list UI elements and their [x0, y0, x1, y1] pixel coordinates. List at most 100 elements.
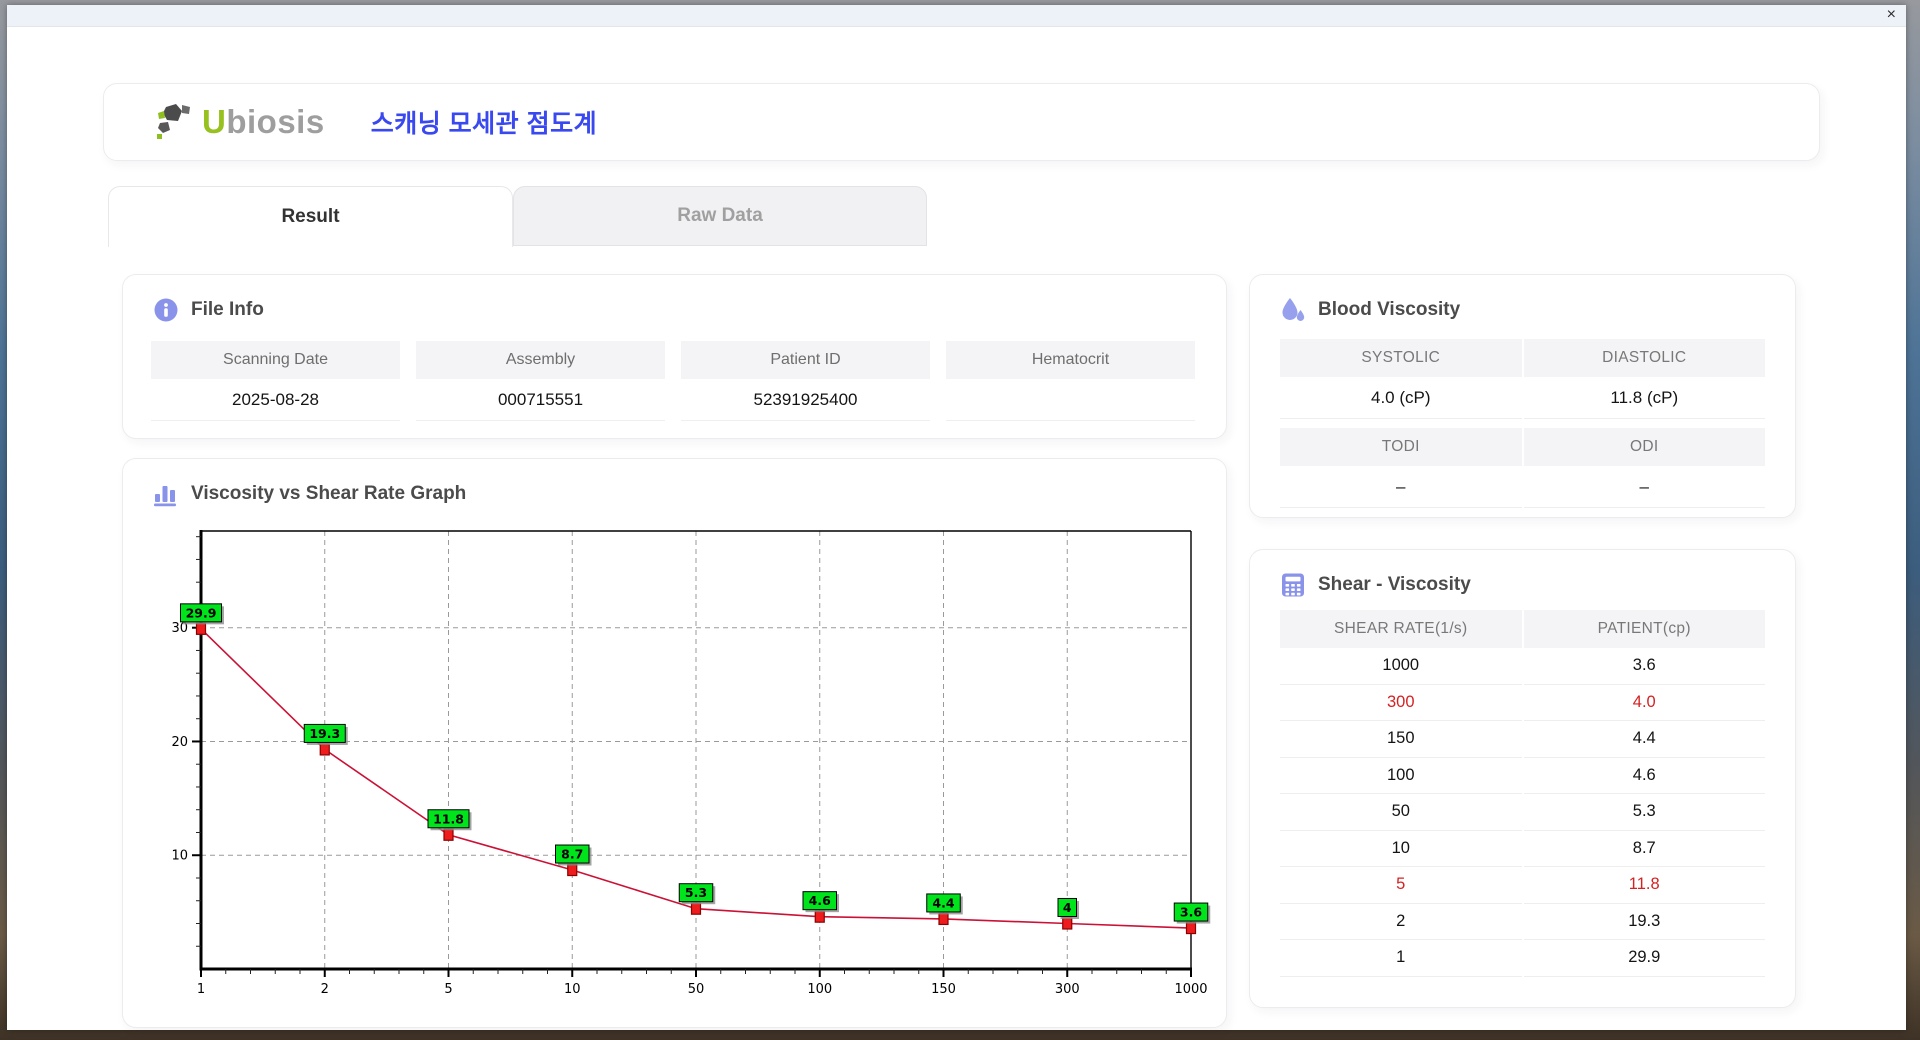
table-row: 2 19.3: [1280, 903, 1765, 940]
table-row: 300 4.0: [1280, 684, 1765, 721]
ubiosis-logo: Ubiosis: [152, 101, 325, 143]
odi-header: ODI: [1523, 428, 1765, 466]
patient-cell: 4.0: [1523, 684, 1765, 721]
table-header-row: TODI ODI: [1280, 428, 1765, 466]
logo-letter-u: U: [202, 103, 227, 140]
y-tick-label: 20: [171, 735, 188, 750]
shear-rate-cell: 10: [1280, 830, 1522, 867]
table-row: 1 29.9: [1280, 940, 1765, 977]
header-inner: Ubiosis 스캐닝 모세관 점도계: [104, 84, 1819, 160]
field-value: 000715551: [416, 379, 665, 421]
file-info-title-row: File Info: [123, 275, 1226, 323]
systolic-header: SYSTOLIC: [1280, 339, 1522, 377]
shear-rate-cell: 2: [1280, 903, 1522, 940]
field-hematocrit: Hematocrit: [946, 341, 1195, 421]
calculator-icon: [1282, 573, 1304, 597]
field-label: Assembly: [416, 341, 665, 379]
point-label-text: 4: [1063, 900, 1072, 915]
y-tick-label: 10: [171, 849, 188, 864]
point-label-text: 5.3: [685, 885, 707, 900]
file-info-title: File Info: [191, 299, 264, 320]
data-point: [938, 912, 949, 926]
shear-rate-cell: 1: [1280, 940, 1522, 977]
field-value: 52391925400: [681, 379, 930, 421]
shear-viscosity-table: SHEAR RATE(1/s) PATIENT(cp) 1000 3.6 300 4.…: [1280, 610, 1765, 977]
shear-table-body: 1000 3.6 300 4.0 150 4.4 100 4.6 50 5.3 10 8.7 5 11.8…: [1280, 648, 1765, 977]
diastolic-header: DIASTOLIC: [1523, 339, 1765, 377]
shear-viscosity-title: Shear - Viscosity: [1318, 574, 1471, 595]
chart-wrap: 10 20 30 1 2 5 10 50 100 150 300 1000 29.9 19.3 11.8 8.…: [145, 517, 1225, 1010]
data-point: [1062, 917, 1073, 930]
point-label-text: 11.8: [433, 811, 464, 826]
patient-cell: 29.9: [1523, 940, 1765, 977]
app-window: × Ubiosis 스캐닝 모세관 점도계 Result Raw Data Fi…: [7, 5, 1906, 1030]
field-value: [946, 379, 1195, 421]
info-icon: [154, 298, 178, 322]
close-icon[interactable]: ×: [1887, 6, 1896, 24]
data-point: [195, 622, 207, 635]
patient-cell: 11.8: [1523, 867, 1765, 904]
todi-value: –: [1280, 466, 1522, 508]
blood-viscosity-card: Blood Viscosity SYSTOLIC DIASTOLIC 4.0 (…: [1249, 274, 1796, 518]
shear-rate-cell: 150: [1280, 721, 1522, 758]
point-label-text: 3.6: [1180, 905, 1202, 920]
odi-value: –: [1523, 466, 1765, 508]
shear-rate-cell: 1000: [1280, 648, 1522, 685]
x-tick-label: 100: [807, 982, 832, 997]
systolic-value: 4.0 (cP): [1280, 377, 1522, 419]
graph-title-row: Viscosity vs Shear Rate Graph: [123, 459, 1226, 507]
main-content: Ubiosis 스캐닝 모세관 점도계 Result Raw Data File…: [7, 27, 1906, 1030]
field-value: 2025-08-28: [151, 379, 400, 421]
patient-cell: 8.7: [1523, 830, 1765, 867]
field-scanning-date: Scanning Date 2025-08-28: [151, 341, 400, 421]
logo-letters-rest: biosis: [226, 103, 325, 140]
droplet-icon: [1282, 298, 1305, 321]
shear-rate-cell: 50: [1280, 794, 1522, 831]
data-point: [1185, 921, 1197, 935]
shear-rate-cell: 5: [1280, 867, 1522, 904]
logo-text: Ubiosis: [202, 103, 325, 141]
table-row: – –: [1280, 466, 1765, 508]
tab-raw-data[interactable]: Raw Data: [513, 186, 927, 246]
window-titlebar: ×: [7, 5, 1906, 27]
ubiosis-logo-icon: [157, 104, 190, 139]
viscosity-chart: 1020301 2 5 10 50 100 150 300 100029.919.311.88.…: [171, 530, 1211, 997]
table-row: 100 4.6: [1280, 757, 1765, 794]
point-label-text: 19.3: [309, 726, 340, 741]
table-row: 50 5.3: [1280, 794, 1765, 831]
header-card: Ubiosis 스캐닝 모세관 점도계: [103, 83, 1820, 161]
blood-viscosity-table: SYSTOLIC DIASTOLIC 4.0 (cP) 11.8 (cP) TO…: [1280, 339, 1765, 508]
field-label: Scanning Date: [151, 341, 400, 379]
shear-viscosity-title-row: Shear - Viscosity: [1250, 550, 1795, 598]
page-title: 스캐닝 모세관 점도계: [370, 110, 598, 138]
blood-viscosity-title: Blood Viscosity: [1318, 299, 1461, 320]
point-label-text: 4.4: [932, 895, 954, 910]
table-row: 5 11.8: [1280, 867, 1765, 904]
data-point: [814, 910, 825, 923]
table-header-row: SHEAR RATE(1/s) PATIENT(cp): [1280, 610, 1765, 648]
data-point: [443, 828, 454, 841]
patient-cell: 19.3: [1523, 903, 1765, 940]
field-label: Patient ID: [681, 341, 930, 379]
data-point: [319, 743, 330, 756]
table-row: 150 4.4: [1280, 721, 1765, 758]
tab-result[interactable]: Result: [108, 186, 513, 247]
x-tick-label: 5: [444, 982, 452, 997]
todi-header: TODI: [1280, 428, 1522, 466]
table-row: 10 8.7: [1280, 830, 1765, 867]
field-patient-id: Patient ID 52391925400: [681, 341, 930, 421]
x-tick-label: 150: [931, 982, 956, 997]
data-point: [567, 863, 578, 877]
shear-rate-cell: 100: [1280, 757, 1522, 794]
patient-cell: 4.4: [1523, 721, 1765, 758]
diastolic-value: 11.8 (cP): [1523, 377, 1765, 419]
x-tick-label: 10: [564, 982, 581, 997]
point-label-text: 29.9: [186, 605, 217, 620]
x-tick-label: 2: [321, 982, 329, 997]
data-point: [690, 902, 702, 915]
shear-viscosity-card: Shear - Viscosity SHEAR RATE(1/s) PATIEN…: [1249, 549, 1796, 1008]
graph-title: Viscosity vs Shear Rate Graph: [191, 483, 467, 504]
x-tick-label: 1: [197, 982, 205, 997]
patient-cell: 3.6: [1523, 648, 1765, 685]
table-header-row: SYSTOLIC DIASTOLIC: [1280, 339, 1765, 377]
